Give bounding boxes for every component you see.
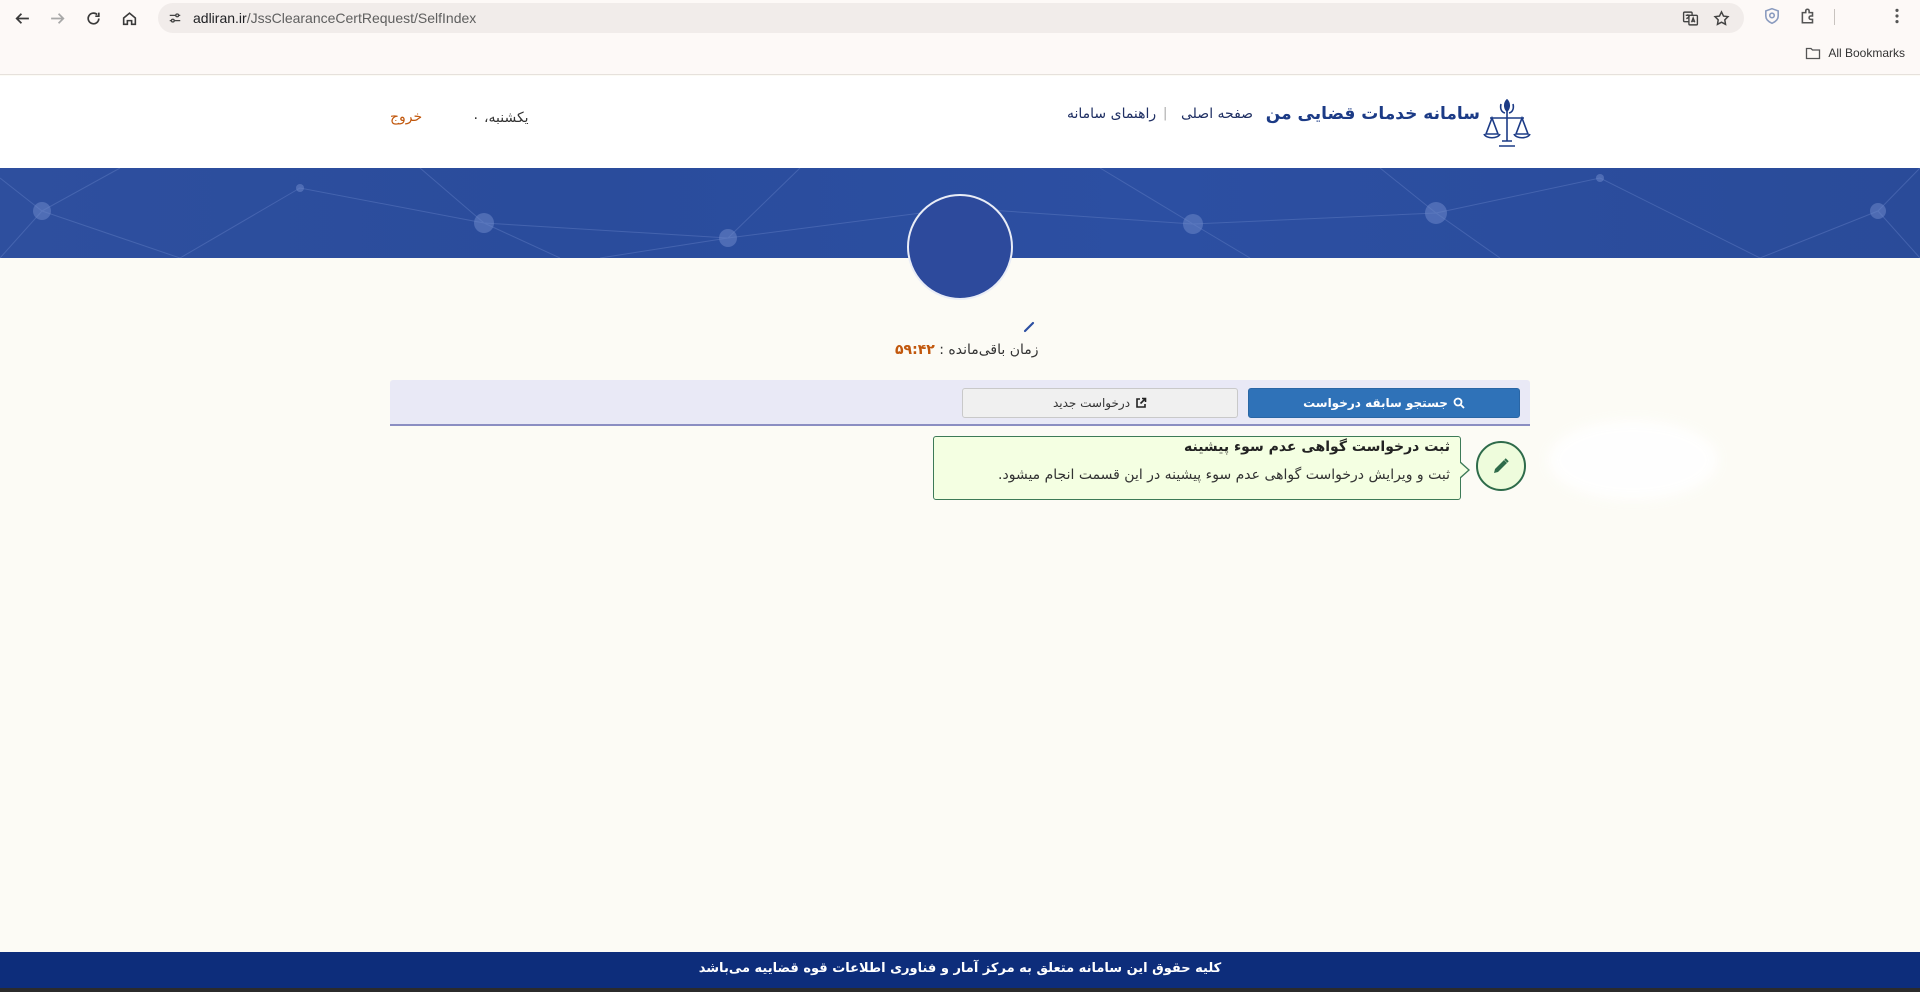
site-footer: کلیه حقوق این سامانه متعلق به مرکز آمار … [0,952,1920,988]
nav-home-link[interactable]: صفحه اصلی [1181,106,1253,122]
action-bar: جستجو سابقه درخواست درخواست جدید [390,380,1530,426]
toolbar-divider [1834,9,1835,25]
card-pointer-inner [1459,462,1468,478]
reload-icon[interactable] [81,6,105,30]
folder-icon [1806,47,1821,60]
translate-icon[interactable] [1682,10,1699,27]
clearance-request-card[interactable]: ثبت درخواست گواهی عدم سوء پیشینه ثبت و و… [933,436,1470,500]
search-history-button[interactable]: جستجو سابقه درخواست [1248,388,1520,418]
all-bookmarks-label: All Bookmarks [1828,46,1905,60]
search-icon [1453,397,1465,409]
search-history-label: جستجو سابقه درخواست [1303,396,1448,410]
external-link-icon [1136,397,1147,408]
all-bookmarks-button[interactable]: All Bookmarks [1805,46,1905,60]
new-request-button[interactable]: درخواست جدید [962,388,1238,418]
timer-value: ۵۹:۴۲ [895,342,935,358]
extensions-icon[interactable] [1799,7,1817,25]
user-avatar[interactable] [907,194,1013,300]
address-bar[interactable]: adliran.ir/JssClearanceCertRequest/SelfI… [158,3,1744,33]
judiciary-emblem-logo[interactable] [1482,96,1532,150]
pencil-icon [1494,458,1509,473]
nav-guide-link[interactable]: راهنمای سامانه [1067,106,1156,122]
site-header: سامانه خدمات قضایی من صفحه اصلی | راهنما… [0,76,1920,168]
forward-icon[interactable] [45,6,69,30]
current-date: یکشنبه، ۰ [472,110,529,126]
edit-avatar-icon[interactable] [1023,321,1035,333]
timer-label: زمان باقی‌مانده : [934,342,1039,358]
logout-link[interactable]: خروج [390,109,422,125]
site-title[interactable]: سامانه خدمات قضایی من [1266,104,1480,124]
back-icon[interactable] [10,6,34,30]
card-description: ثبت و ویرایش درخواست گواهی عدم سوء پیشین… [998,467,1450,483]
pencil-badge [1476,441,1526,491]
taskbar-edge [0,988,1920,992]
star-icon[interactable] [1713,10,1730,27]
footer-copyright: کلیه حقوق این سامانه متعلق به مرکز آمار … [698,961,1222,976]
home-icon[interactable] [117,6,141,30]
shield-icon[interactable] [1763,7,1781,25]
card-title[interactable]: ثبت درخواست گواهی عدم سوء پیشینه [1184,439,1450,455]
url-text: adliran.ir/JssClearanceCertRequest/SelfI… [193,10,477,26]
nav-separator: | [1163,106,1168,121]
menu-icon[interactable] [1888,7,1906,25]
new-request-label: درخواست جدید [1052,396,1131,410]
blurred-overlay [1548,420,1718,500]
site-info-icon[interactable] [168,11,182,25]
browser-toolbar: adliran.ir/JssClearanceCertRequest/SelfI… [0,0,1920,75]
session-timer: زمان باقی‌مانده : ۵۹:۴۲ [895,342,1039,358]
